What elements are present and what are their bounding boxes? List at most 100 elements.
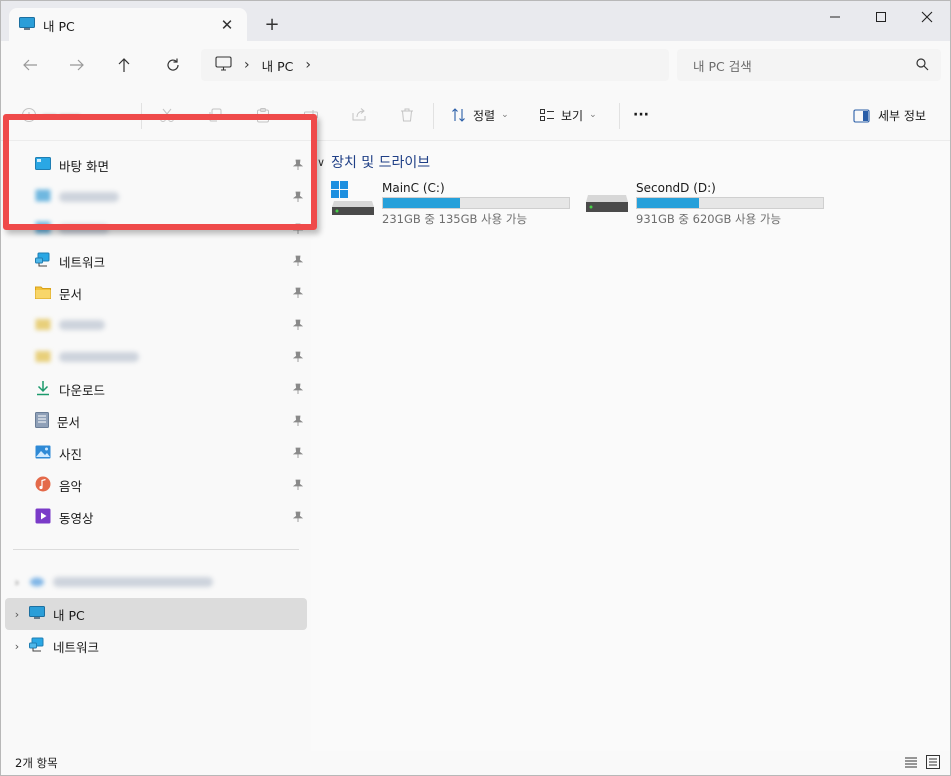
share-icon [352, 108, 366, 121]
arrow-left-icon [23, 59, 37, 71]
search-input[interactable]: 내 PC 검색 [677, 49, 941, 81]
drive-name: MainC (C:) [382, 181, 445, 195]
drive-c[interactable]: MainC (C:) 231GB 중 135GB 사용 가능 [331, 179, 581, 229]
breadcrumb-my-pc[interactable]: 내 PC [262, 56, 294, 75]
monitor-icon [215, 56, 232, 74]
sidebar-item-label: 다운로드 [59, 382, 106, 398]
pin-icon[interactable] [292, 383, 304, 398]
copy-icon [209, 108, 222, 122]
sidebar-item-music[interactable]: 음악 [35, 470, 307, 500]
chevron-right-icon[interactable]: › [5, 640, 29, 653]
sidebar-item-blurred[interactable] [35, 342, 307, 372]
sort-label: 정렬 [473, 108, 496, 123]
tab-my-pc[interactable]: 내 PC ✕ [9, 8, 247, 42]
tree-item-cloud[interactable]: › [5, 566, 307, 598]
pin-icon[interactable] [292, 287, 304, 302]
view-icon [540, 109, 554, 121]
forward-button[interactable] [64, 53, 90, 77]
pin-icon[interactable] [292, 447, 304, 462]
separator [619, 103, 620, 129]
desktop-icon [35, 221, 51, 237]
item-count: 2개 항목 [15, 756, 58, 770]
network-icon [35, 252, 51, 271]
minimize-button[interactable] [812, 1, 858, 33]
new-button[interactable]: ━━ ━━━ [21, 103, 80, 127]
blurred-label [59, 352, 139, 362]
sidebar-item-label: 동영상 [59, 510, 94, 526]
sidebar-item-blurred[interactable] [35, 214, 307, 244]
sort-icon [452, 108, 465, 122]
drive-usage-bar [382, 197, 570, 209]
desktop-icon [35, 157, 51, 173]
pin-icon[interactable] [292, 319, 304, 334]
chevron-right-icon: › [244, 57, 250, 73]
details-view-icon[interactable] [904, 755, 918, 772]
folder-icon [35, 317, 51, 334]
plus-circle-icon [22, 108, 36, 122]
sidebar-item-videos[interactable]: 동영상 [35, 502, 307, 532]
separator [433, 103, 434, 129]
section-header-devices[interactable]: ∨ 장치 및 드라이브 [317, 152, 430, 172]
pin-icon[interactable] [292, 479, 304, 494]
status-bar: 2개 항목 [1, 751, 950, 775]
sidebar-item-desktop[interactable]: 바탕 화면 [35, 150, 307, 180]
refresh-button[interactable] [160, 53, 186, 77]
sidebar-item-blurred[interactable] [35, 182, 307, 212]
close-icon [921, 11, 933, 23]
scissors-icon [160, 108, 174, 122]
address-bar[interactable]: › 내 PC › [201, 49, 669, 81]
share-button[interactable] [351, 103, 367, 127]
cut-button[interactable] [159, 103, 175, 127]
chevron-right-icon[interactable]: › [5, 576, 29, 589]
tree-item-network[interactable]: › 네트워크 [5, 630, 307, 662]
up-button[interactable] [111, 53, 137, 77]
download-icon [35, 380, 51, 399]
view-toggle-group [904, 755, 940, 772]
drive-usage-fill [383, 198, 461, 208]
music-icon [35, 476, 51, 495]
view-button[interactable]: 보기 ⌄ [539, 103, 597, 127]
sidebar-item-blurred[interactable] [35, 310, 307, 340]
close-window-button[interactable] [904, 1, 950, 33]
chevron-down-icon: ⌄ [501, 110, 509, 120]
pin-icon[interactable] [292, 415, 304, 430]
sidebar-item-pictures[interactable]: 사진 [35, 438, 307, 468]
drive-d[interactable]: SecondD (D:) 931GB 중 620GB 사용 가능 [585, 179, 835, 229]
arrow-right-icon [70, 59, 84, 71]
tree-item-my-pc[interactable]: › 내 PC [5, 598, 307, 630]
pc-icon [29, 605, 45, 623]
tiles-view-icon[interactable] [926, 755, 940, 772]
details-label: 세부 정보 [878, 109, 926, 123]
sort-button[interactable]: 정렬 ⌄ [451, 103, 509, 127]
sidebar-item-documents-folder[interactable]: 문서 [35, 278, 307, 308]
pin-icon[interactable] [292, 351, 304, 366]
details-button[interactable]: 세부 정보 [853, 107, 926, 124]
documents-icon [35, 411, 49, 431]
rename-button[interactable] [303, 103, 319, 127]
navigation-pane: 바탕 화면 네트워크 문서 다운로드 문서 사진 음악 동영상 › › 내 PC… [1, 141, 311, 751]
pin-icon[interactable] [292, 159, 304, 174]
close-tab-icon[interactable]: ✕ [217, 15, 237, 35]
new-tab-button[interactable]: + [261, 13, 283, 35]
paste-button[interactable] [255, 103, 271, 127]
sidebar-item-network[interactable]: 네트워크 [35, 246, 307, 276]
blurred-label [53, 577, 213, 587]
more-options-button[interactable]: ··· [633, 103, 649, 127]
blurred-label [59, 224, 109, 234]
pictures-icon [35, 445, 51, 462]
sidebar-item-downloads[interactable]: 다운로드 [35, 374, 307, 404]
pin-icon[interactable] [292, 223, 304, 238]
sidebar-item-label: 문서 [57, 414, 81, 430]
sidebar-item-documents[interactable]: 문서 [35, 406, 307, 436]
chevron-right-icon[interactable]: › [305, 57, 311, 73]
pin-icon[interactable] [292, 511, 304, 526]
drive-name: SecondD (D:) [636, 181, 716, 195]
blurred-label [59, 320, 105, 330]
chevron-right-icon[interactable]: › [5, 608, 29, 621]
copy-button[interactable] [207, 103, 223, 127]
maximize-button[interactable] [858, 1, 904, 33]
pin-icon[interactable] [292, 255, 304, 270]
back-button[interactable] [17, 53, 43, 77]
pin-icon[interactable] [292, 191, 304, 206]
delete-button[interactable] [399, 103, 415, 127]
